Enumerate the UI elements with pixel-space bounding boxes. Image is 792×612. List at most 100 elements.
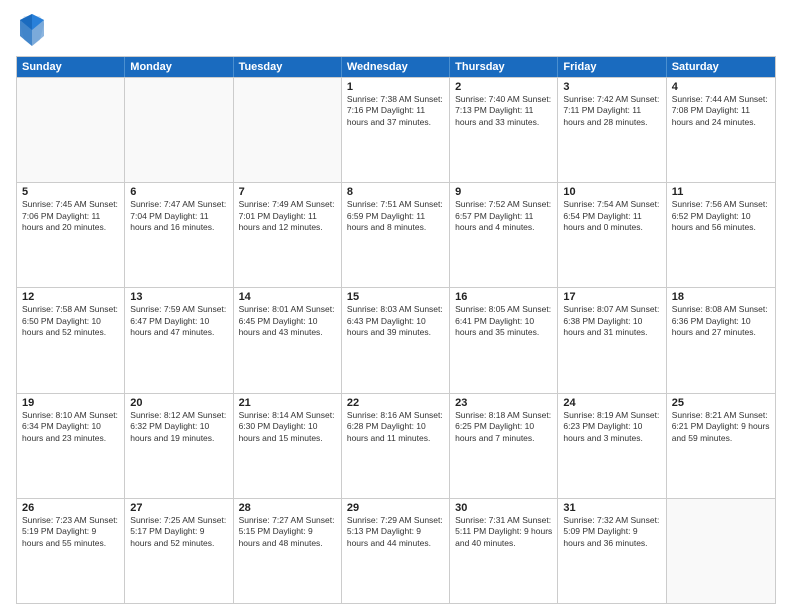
cell-day-number: 11 (672, 186, 770, 198)
calendar-cell-29: 29Sunrise: 7:29 AM Sunset: 5:13 PM Dayli… (342, 499, 450, 603)
cell-day-number: 29 (347, 502, 444, 514)
calendar-cell-23: 23Sunrise: 8:18 AM Sunset: 6:25 PM Dayli… (450, 394, 558, 498)
cell-info: Sunrise: 8:12 AM Sunset: 6:32 PM Dayligh… (130, 410, 227, 444)
day-of-week-sunday: Sunday (17, 57, 125, 77)
cell-day-number: 20 (130, 397, 227, 409)
cell-day-number: 30 (455, 502, 552, 514)
cell-info: Sunrise: 7:52 AM Sunset: 6:57 PM Dayligh… (455, 199, 552, 233)
cell-info: Sunrise: 8:03 AM Sunset: 6:43 PM Dayligh… (347, 304, 444, 338)
cell-day-number: 22 (347, 397, 444, 409)
calendar-cell-19: 19Sunrise: 8:10 AM Sunset: 6:34 PM Dayli… (17, 394, 125, 498)
cell-info: Sunrise: 8:08 AM Sunset: 6:36 PM Dayligh… (672, 304, 770, 338)
cell-day-number: 2 (455, 81, 552, 93)
cell-info: Sunrise: 8:07 AM Sunset: 6:38 PM Dayligh… (563, 304, 660, 338)
cell-info: Sunrise: 7:58 AM Sunset: 6:50 PM Dayligh… (22, 304, 119, 338)
cell-info: Sunrise: 7:59 AM Sunset: 6:47 PM Dayligh… (130, 304, 227, 338)
calendar-row-1: 5Sunrise: 7:45 AM Sunset: 7:06 PM Daylig… (17, 182, 775, 287)
cell-day-number: 24 (563, 397, 660, 409)
calendar-cell-5: 5Sunrise: 7:45 AM Sunset: 7:06 PM Daylig… (17, 183, 125, 287)
calendar: SundayMondayTuesdayWednesdayThursdayFrid… (16, 56, 776, 604)
cell-day-number: 8 (347, 186, 444, 198)
calendar-cell-16: 16Sunrise: 8:05 AM Sunset: 6:41 PM Dayli… (450, 288, 558, 392)
cell-day-number: 10 (563, 186, 660, 198)
cell-info: Sunrise: 8:14 AM Sunset: 6:30 PM Dayligh… (239, 410, 336, 444)
calendar-row-3: 19Sunrise: 8:10 AM Sunset: 6:34 PM Dayli… (17, 393, 775, 498)
cell-info: Sunrise: 7:27 AM Sunset: 5:15 PM Dayligh… (239, 515, 336, 549)
calendar-cell-11: 11Sunrise: 7:56 AM Sunset: 6:52 PM Dayli… (667, 183, 775, 287)
cell-day-number: 21 (239, 397, 336, 409)
cell-day-number: 25 (672, 397, 770, 409)
calendar-cell-27: 27Sunrise: 7:25 AM Sunset: 5:17 PM Dayli… (125, 499, 233, 603)
cell-day-number: 13 (130, 291, 227, 303)
calendar-cell-25: 25Sunrise: 8:21 AM Sunset: 6:21 PM Dayli… (667, 394, 775, 498)
cell-day-number: 5 (22, 186, 119, 198)
calendar-cell-28: 28Sunrise: 7:27 AM Sunset: 5:15 PM Dayli… (234, 499, 342, 603)
day-of-week-friday: Friday (558, 57, 666, 77)
cell-day-number: 19 (22, 397, 119, 409)
cell-day-number: 4 (672, 81, 770, 93)
cell-day-number: 15 (347, 291, 444, 303)
calendar-cell-12: 12Sunrise: 7:58 AM Sunset: 6:50 PM Dayli… (17, 288, 125, 392)
cell-day-number: 23 (455, 397, 552, 409)
page: SundayMondayTuesdayWednesdayThursdayFrid… (0, 0, 792, 612)
cell-day-number: 3 (563, 81, 660, 93)
cell-info: Sunrise: 7:45 AM Sunset: 7:06 PM Dayligh… (22, 199, 119, 233)
calendar-cell-14: 14Sunrise: 8:01 AM Sunset: 6:45 PM Dayli… (234, 288, 342, 392)
cell-info: Sunrise: 8:19 AM Sunset: 6:23 PM Dayligh… (563, 410, 660, 444)
day-of-week-monday: Monday (125, 57, 233, 77)
cell-day-number: 14 (239, 291, 336, 303)
cell-info: Sunrise: 7:49 AM Sunset: 7:01 PM Dayligh… (239, 199, 336, 233)
cell-info: Sunrise: 7:44 AM Sunset: 7:08 PM Dayligh… (672, 94, 770, 128)
calendar-cell-20: 20Sunrise: 8:12 AM Sunset: 6:32 PM Dayli… (125, 394, 233, 498)
calendar-cell-7: 7Sunrise: 7:49 AM Sunset: 7:01 PM Daylig… (234, 183, 342, 287)
cell-day-number: 26 (22, 502, 119, 514)
cell-info: Sunrise: 7:51 AM Sunset: 6:59 PM Dayligh… (347, 199, 444, 233)
logo-icon (16, 12, 48, 48)
cell-day-number: 31 (563, 502, 660, 514)
cell-day-number: 12 (22, 291, 119, 303)
logo (16, 12, 52, 48)
cell-info: Sunrise: 7:56 AM Sunset: 6:52 PM Dayligh… (672, 199, 770, 233)
calendar-cell-24: 24Sunrise: 8:19 AM Sunset: 6:23 PM Dayli… (558, 394, 666, 498)
calendar-cell-13: 13Sunrise: 7:59 AM Sunset: 6:47 PM Dayli… (125, 288, 233, 392)
calendar-cell-15: 15Sunrise: 8:03 AM Sunset: 6:43 PM Dayli… (342, 288, 450, 392)
calendar-cell-empty (667, 499, 775, 603)
cell-info: Sunrise: 7:40 AM Sunset: 7:13 PM Dayligh… (455, 94, 552, 128)
cell-info: Sunrise: 8:01 AM Sunset: 6:45 PM Dayligh… (239, 304, 336, 338)
calendar-cell-31: 31Sunrise: 7:32 AM Sunset: 5:09 PM Dayli… (558, 499, 666, 603)
calendar-row-4: 26Sunrise: 7:23 AM Sunset: 5:19 PM Dayli… (17, 498, 775, 603)
cell-info: Sunrise: 7:25 AM Sunset: 5:17 PM Dayligh… (130, 515, 227, 549)
calendar-cell-4: 4Sunrise: 7:44 AM Sunset: 7:08 PM Daylig… (667, 78, 775, 182)
calendar-cell-8: 8Sunrise: 7:51 AM Sunset: 6:59 PM Daylig… (342, 183, 450, 287)
cell-info: Sunrise: 8:21 AM Sunset: 6:21 PM Dayligh… (672, 410, 770, 444)
cell-info: Sunrise: 8:16 AM Sunset: 6:28 PM Dayligh… (347, 410, 444, 444)
cell-info: Sunrise: 7:54 AM Sunset: 6:54 PM Dayligh… (563, 199, 660, 233)
day-of-week-wednesday: Wednesday (342, 57, 450, 77)
cell-info: Sunrise: 7:47 AM Sunset: 7:04 PM Dayligh… (130, 199, 227, 233)
cell-day-number: 18 (672, 291, 770, 303)
cell-info: Sunrise: 8:05 AM Sunset: 6:41 PM Dayligh… (455, 304, 552, 338)
calendar-cell-30: 30Sunrise: 7:31 AM Sunset: 5:11 PM Dayli… (450, 499, 558, 603)
cell-day-number: 28 (239, 502, 336, 514)
calendar-cell-22: 22Sunrise: 8:16 AM Sunset: 6:28 PM Dayli… (342, 394, 450, 498)
calendar-cell-17: 17Sunrise: 8:07 AM Sunset: 6:38 PM Dayli… (558, 288, 666, 392)
calendar-cell-1: 1Sunrise: 7:38 AM Sunset: 7:16 PM Daylig… (342, 78, 450, 182)
cell-info: Sunrise: 8:10 AM Sunset: 6:34 PM Dayligh… (22, 410, 119, 444)
cell-day-number: 1 (347, 81, 444, 93)
calendar-cell-9: 9Sunrise: 7:52 AM Sunset: 6:57 PM Daylig… (450, 183, 558, 287)
calendar-row-0: 1Sunrise: 7:38 AM Sunset: 7:16 PM Daylig… (17, 77, 775, 182)
calendar-cell-26: 26Sunrise: 7:23 AM Sunset: 5:19 PM Dayli… (17, 499, 125, 603)
cell-day-number: 9 (455, 186, 552, 198)
cell-info: Sunrise: 7:29 AM Sunset: 5:13 PM Dayligh… (347, 515, 444, 549)
cell-day-number: 7 (239, 186, 336, 198)
calendar-cell-10: 10Sunrise: 7:54 AM Sunset: 6:54 PM Dayli… (558, 183, 666, 287)
cell-day-number: 27 (130, 502, 227, 514)
cell-day-number: 17 (563, 291, 660, 303)
cell-info: Sunrise: 8:18 AM Sunset: 6:25 PM Dayligh… (455, 410, 552, 444)
calendar-header: SundayMondayTuesdayWednesdayThursdayFrid… (17, 57, 775, 77)
calendar-cell-18: 18Sunrise: 8:08 AM Sunset: 6:36 PM Dayli… (667, 288, 775, 392)
cell-day-number: 6 (130, 186, 227, 198)
calendar-body: 1Sunrise: 7:38 AM Sunset: 7:16 PM Daylig… (17, 77, 775, 603)
cell-day-number: 16 (455, 291, 552, 303)
calendar-cell-empty (234, 78, 342, 182)
